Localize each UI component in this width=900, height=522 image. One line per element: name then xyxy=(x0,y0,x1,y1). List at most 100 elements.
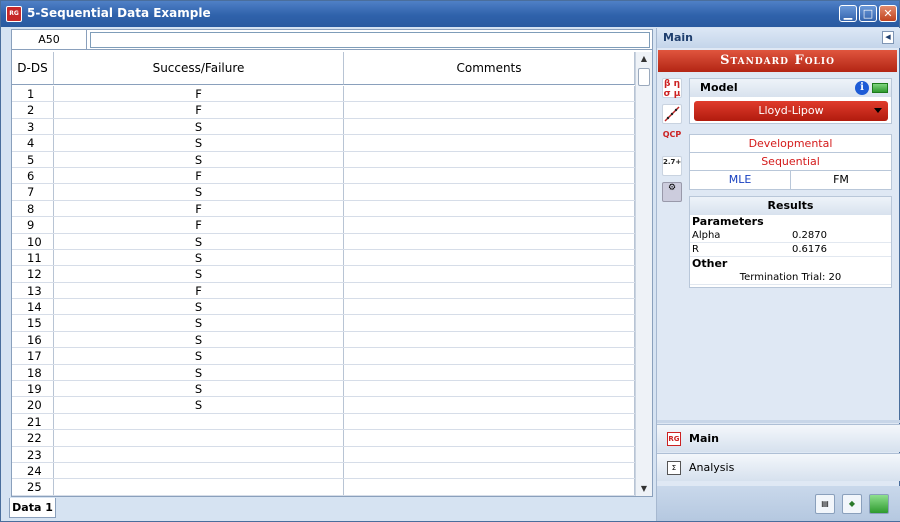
comments-cell[interactable] xyxy=(344,381,635,397)
setting-developmental[interactable]: Developmental xyxy=(690,135,891,153)
row-number[interactable]: 6 xyxy=(12,167,54,184)
row-number[interactable]: 4 xyxy=(12,135,54,151)
nav-main[interactable]: RG Main xyxy=(657,424,900,452)
comments-cell[interactable] xyxy=(344,184,635,200)
comments-cell[interactable] xyxy=(344,299,635,315)
scroll-thumb[interactable] xyxy=(638,68,650,86)
minimize-button[interactable]: ▁ xyxy=(839,5,857,22)
success-failure-cell[interactable] xyxy=(54,413,344,430)
success-failure-cell[interactable]: S xyxy=(54,118,344,135)
success-failure-cell[interactable]: S xyxy=(54,233,344,249)
comments-cell[interactable] xyxy=(344,200,635,217)
comments-cell[interactable] xyxy=(344,135,635,151)
row-number[interactable]: 15 xyxy=(12,315,54,331)
setting-mle[interactable]: MLE xyxy=(690,171,791,189)
comments-cell[interactable] xyxy=(344,446,635,462)
sheet-tab-data-1[interactable]: Data 1 xyxy=(9,498,56,518)
formula-input[interactable] xyxy=(90,32,650,48)
success-failure-cell[interactable]: S xyxy=(54,348,344,364)
success-failure-cell[interactable]: F xyxy=(54,217,344,233)
close-button[interactable]: ✕ xyxy=(879,5,897,22)
success-failure-cell[interactable]: S xyxy=(54,397,344,413)
success-failure-cell[interactable] xyxy=(54,479,344,495)
row-number[interactable]: 2 xyxy=(12,102,54,118)
vertical-scrollbar[interactable]: ▲ ▼ xyxy=(635,52,652,496)
success-failure-cell[interactable]: F xyxy=(54,167,344,184)
success-failure-cell[interactable]: F xyxy=(54,86,344,102)
success-failure-cell[interactable]: S xyxy=(54,151,344,167)
row-number[interactable]: 12 xyxy=(12,266,54,282)
row-number[interactable]: 10 xyxy=(12,233,54,249)
row-number[interactable]: 16 xyxy=(12,331,54,348)
model-dropdown[interactable]: Lloyd-Lipow xyxy=(694,101,888,121)
success-failure-cell[interactable]: S xyxy=(54,249,344,266)
comments-cell[interactable] xyxy=(344,102,635,118)
row-number[interactable]: 5 xyxy=(12,151,54,167)
report-icon[interactable]: ▤ xyxy=(815,494,835,514)
row-number[interactable]: 3 xyxy=(12,118,54,135)
calculate-icon[interactable]: ◆ xyxy=(842,494,862,514)
success-failure-cell[interactable]: S xyxy=(54,381,344,397)
column-header-comments[interactable]: Comments xyxy=(344,52,635,85)
success-failure-cell[interactable]: S xyxy=(54,331,344,348)
panel-splitter[interactable] xyxy=(657,420,900,423)
row-number[interactable]: 14 xyxy=(12,299,54,315)
comments-cell[interactable] xyxy=(344,282,635,299)
scroll-up-icon[interactable]: ▲ xyxy=(636,52,652,66)
success-failure-cell[interactable]: S xyxy=(54,299,344,315)
success-failure-cell[interactable]: S xyxy=(54,315,344,331)
row-number[interactable]: 8 xyxy=(12,200,54,217)
row-number[interactable]: 24 xyxy=(12,462,54,479)
comments-cell[interactable] xyxy=(344,266,635,282)
row-number[interactable]: 9 xyxy=(12,217,54,233)
plot-icon[interactable] xyxy=(662,104,682,124)
comments-cell[interactable] xyxy=(344,86,635,102)
nav-analysis[interactable]: Σ Analysis xyxy=(657,453,900,481)
comments-cell[interactable] xyxy=(344,479,635,495)
comments-cell[interactable] xyxy=(344,167,635,184)
comments-cell[interactable] xyxy=(344,249,635,266)
success-failure-cell[interactable]: S xyxy=(54,135,344,151)
row-number[interactable]: 7 xyxy=(12,184,54,200)
success-failure-cell[interactable]: F xyxy=(54,200,344,217)
comments-cell[interactable] xyxy=(344,233,635,249)
comments-cell[interactable] xyxy=(344,462,635,479)
success-failure-cell[interactable]: F xyxy=(54,282,344,299)
green-status-icon[interactable] xyxy=(872,83,888,93)
success-failure-cell[interactable]: S xyxy=(54,184,344,200)
row-number[interactable]: 17 xyxy=(12,348,54,364)
success-failure-cell[interactable] xyxy=(54,446,344,462)
maximize-button[interactable]: □ xyxy=(859,5,877,22)
comments-cell[interactable] xyxy=(344,217,635,233)
success-failure-cell[interactable] xyxy=(54,430,344,446)
calculator-icon[interactable]: 2.7+ xyxy=(662,156,682,176)
row-number[interactable]: 22 xyxy=(12,430,54,446)
setting-fm[interactable]: FM xyxy=(791,171,891,189)
comments-cell[interactable] xyxy=(344,430,635,446)
row-number[interactable]: 13 xyxy=(12,282,54,299)
row-number[interactable]: 1 xyxy=(12,86,54,102)
success-failure-cell[interactable]: S xyxy=(54,266,344,282)
setting-sequential[interactable]: Sequential xyxy=(690,153,891,171)
row-number[interactable]: 19 xyxy=(12,381,54,397)
green-action-icon[interactable] xyxy=(869,494,889,514)
row-number[interactable]: 11 xyxy=(12,249,54,266)
comments-cell[interactable] xyxy=(344,118,635,135)
comments-cell[interactable] xyxy=(344,331,635,348)
qcp-icon[interactable]: QCP xyxy=(662,130,682,150)
row-number[interactable]: 25 xyxy=(12,479,54,495)
comments-cell[interactable] xyxy=(344,413,635,430)
column-header-dds[interactable]: D-DS xyxy=(12,52,54,85)
row-number[interactable]: 21 xyxy=(12,413,54,430)
cell-reference-box[interactable]: A50 xyxy=(12,30,87,50)
row-number[interactable]: 23 xyxy=(12,446,54,462)
success-failure-cell[interactable]: S xyxy=(54,364,344,381)
gear-icon[interactable]: ⚙ xyxy=(662,182,682,202)
success-failure-cell[interactable]: F xyxy=(54,102,344,118)
comments-cell[interactable] xyxy=(344,397,635,413)
row-number[interactable]: 18 xyxy=(12,364,54,381)
comments-cell[interactable] xyxy=(344,151,635,167)
info-icon[interactable]: i xyxy=(855,81,869,95)
title-bar[interactable]: RG 5-Sequential Data Example ▁ □ ✕ xyxy=(1,1,899,27)
parameters-icon[interactable]: β η σ μ xyxy=(662,78,682,99)
